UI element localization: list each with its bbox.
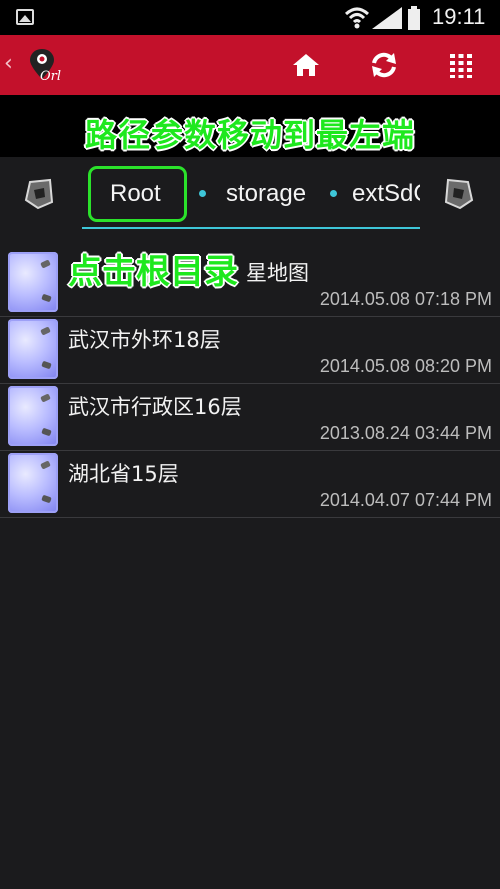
status-icons	[344, 6, 420, 30]
app-logo-icon[interactable]: Orl	[26, 47, 66, 85]
list-item[interactable]: 湖北省15层 2014.04.07 07:44 PM	[0, 451, 500, 518]
svg-text:Orl: Orl	[40, 69, 61, 84]
tap-root-hint: 点击根目录	[68, 252, 238, 292]
map-file-icon	[8, 319, 58, 379]
action-bar: ‹ Orl	[0, 35, 500, 95]
map-file-icon	[8, 252, 58, 312]
root-highlight-box	[88, 166, 187, 222]
instruction-banner-text: 路径参数移动到最左端	[84, 116, 415, 154]
back-chevron-icon[interactable]: ‹	[4, 51, 13, 76]
battery-icon	[408, 6, 420, 30]
breadcrumb-extsd[interactable]: extSdC	[352, 180, 420, 208]
file-name: 武汉市外环18层	[68, 328, 221, 352]
status-bar: 19:11	[0, 0, 500, 35]
map-file-icon	[8, 453, 58, 513]
file-name: 星地图	[246, 261, 309, 285]
refresh-icon[interactable]	[367, 49, 401, 81]
file-name: 武汉市行政区16层	[68, 395, 242, 419]
path-scroll-right-icon[interactable]	[444, 178, 474, 210]
breadcrumb-separator	[199, 190, 206, 197]
path-scroll-left-icon[interactable]	[24, 178, 54, 210]
file-date: 2014.05.08 07:18 PM	[319, 289, 492, 309]
list-item[interactable]: 武汉市外环18层 2014.05.08 08:20 PM	[0, 317, 500, 384]
list-item[interactable]: 武汉市行政区16层 2013.08.24 03:44 PM	[0, 384, 500, 451]
file-date: 2014.04.07 07:44 PM	[319, 490, 492, 510]
grid-menu-icon[interactable]	[444, 49, 478, 81]
breadcrumb-storage[interactable]: storage	[226, 180, 306, 208]
map-file-icon	[8, 386, 58, 446]
file-date: 2013.08.24 03:44 PM	[319, 423, 492, 443]
gallery-notification-icon	[16, 9, 34, 25]
wifi-icon	[344, 7, 370, 29]
file-date: 2014.05.08 08:20 PM	[319, 356, 492, 376]
path-bar: Root storage extSdC	[0, 157, 500, 235]
file-name: 湖北省15层	[68, 462, 179, 486]
signal-icon	[372, 7, 402, 29]
breadcrumb-separator	[330, 190, 337, 197]
home-icon[interactable]	[289, 49, 323, 81]
clock: 19:11	[432, 4, 486, 29]
